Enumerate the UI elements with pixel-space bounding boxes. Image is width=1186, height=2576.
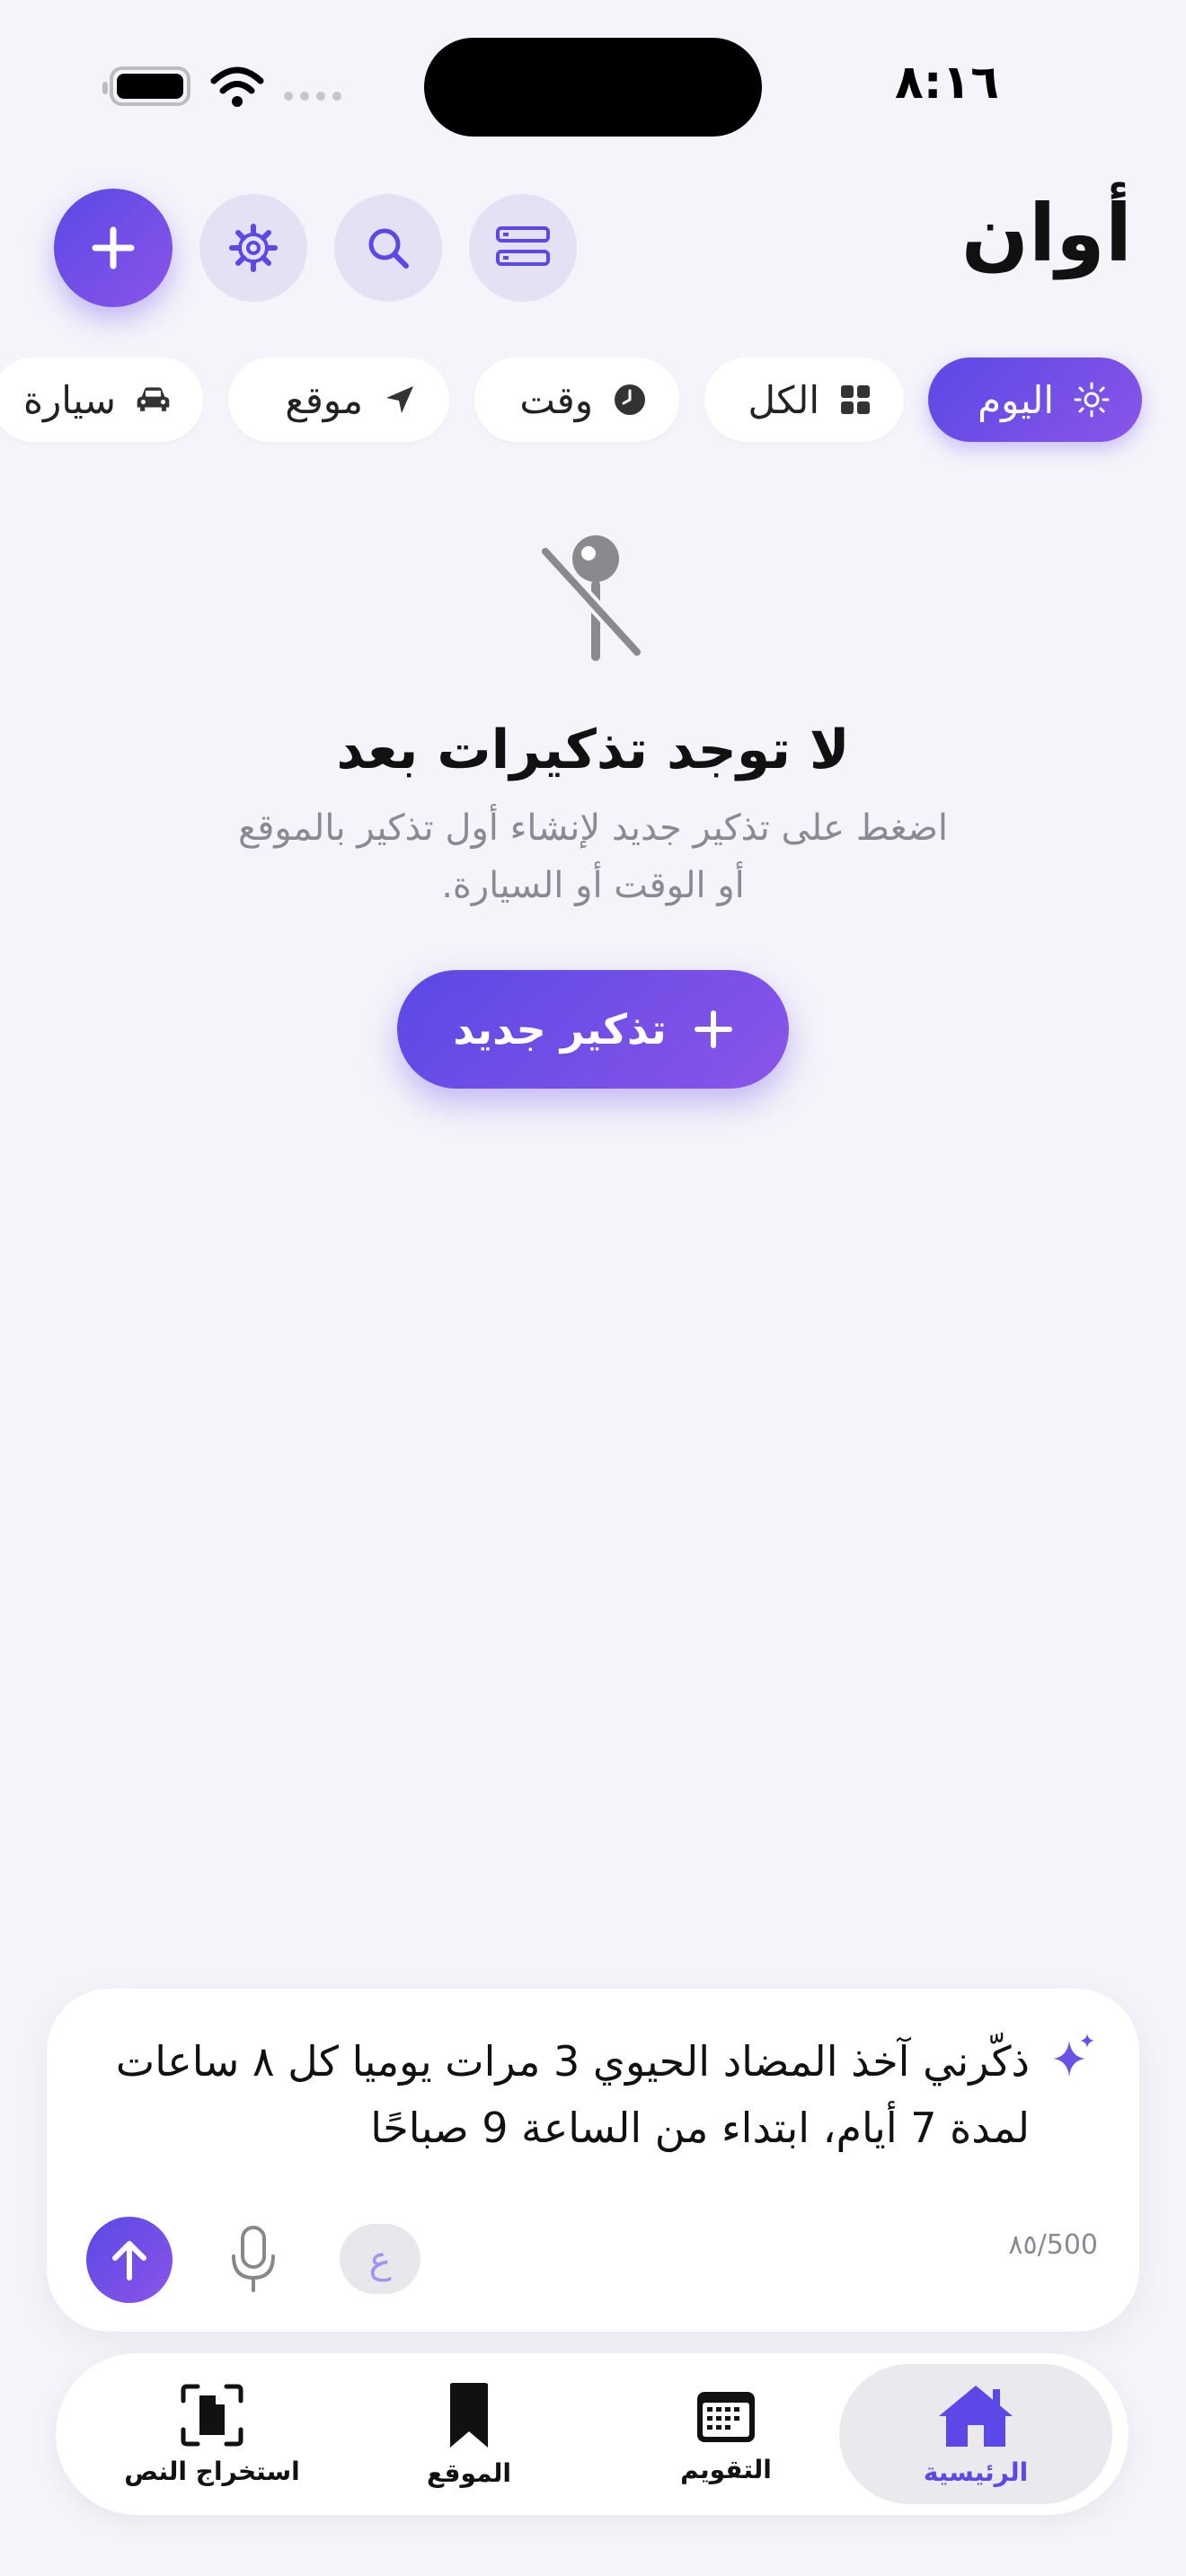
plus-icon	[92, 226, 135, 269]
reminder-composer: ذكّرني آخذ المضاد الحيوي 3 مرات يوميا كل…	[47, 1989, 1139, 2332]
character-counter: ٨٥/500	[1008, 2229, 1098, 2261]
scan-document-icon	[181, 2384, 243, 2446]
status-time: ٨:١٦	[894, 56, 999, 110]
list-view-button[interactable]	[469, 194, 577, 302]
language-label: ع	[368, 2236, 392, 2281]
settings-button[interactable]	[199, 194, 307, 302]
empty-state-subtitle: اضغط على تذكير جديد لإنشاء أول تذكير بال…	[237, 807, 949, 906]
filter-chip-location[interactable]: موقع	[228, 357, 449, 442]
tab-label: الرئيسية	[923, 2457, 1029, 2487]
filter-chip-car[interactable]: سيارة	[0, 357, 203, 442]
house-icon	[939, 2385, 1013, 2447]
filter-chip-label: موقع	[285, 377, 363, 422]
filter-chip-label: الكل	[748, 377, 819, 422]
clock-icon	[615, 384, 645, 415]
calendar-icon	[697, 2391, 755, 2442]
language-toggle-button[interactable]: ع	[340, 2224, 420, 2294]
tab-bar: الرئيسية التقويم الموقع استخراج النص	[56, 2353, 1128, 2515]
grid-icon	[841, 385, 870, 414]
tab-label: التقويم	[680, 2454, 772, 2484]
pin-slash-icon	[536, 535, 646, 661]
plus-icon	[694, 1010, 732, 1048]
send-button[interactable]	[86, 2217, 173, 2303]
car-icon	[137, 387, 170, 411]
wifi-icon	[210, 66, 264, 107]
location-arrow-icon	[386, 386, 413, 413]
arrow-up-icon	[112, 2241, 146, 2280]
new-reminder-button[interactable]: تذكير جديد	[397, 970, 789, 1089]
tab-extract-text[interactable]: استخراج النص	[75, 2364, 349, 2504]
composer-input[interactable]: ذكّرني آخذ المضاد الحيوي 3 مرات يوميا كل…	[95, 2028, 1030, 2161]
tab-home[interactable]: الرئيسية	[839, 2364, 1112, 2504]
list-icon	[496, 226, 550, 266]
gear-icon	[229, 224, 278, 272]
battery-icon	[102, 66, 190, 106]
add-reminder-button[interactable]	[54, 189, 173, 307]
filter-chip-label: سيارة	[23, 377, 116, 422]
microphone-icon[interactable]	[228, 2226, 279, 2294]
app-title: أوان	[960, 187, 1132, 279]
filter-chip-all[interactable]: الكل	[704, 357, 904, 442]
filter-chip-time[interactable]: وقت	[474, 357, 679, 442]
empty-state-title: لا توجد تذكيرات بعد	[336, 719, 850, 781]
search-button[interactable]	[334, 194, 442, 302]
filter-chip-label: وقت	[519, 377, 593, 422]
filter-chip-today[interactable]: اليوم	[928, 357, 1142, 442]
new-reminder-label: تذكير جديد	[453, 1005, 667, 1054]
bookmark-icon	[450, 2382, 488, 2448]
tab-label: الموقع	[427, 2457, 511, 2488]
tab-location[interactable]: الموقع	[332, 2364, 606, 2504]
search-icon	[368, 228, 409, 269]
sparkle-icon	[1053, 2033, 1094, 2077]
tab-calendar[interactable]: التقويم	[589, 2364, 863, 2504]
sun-icon	[1074, 382, 1110, 418]
cellular-signal-icon	[284, 92, 341, 101]
tab-label: استخراج النص	[124, 2456, 300, 2486]
filter-chip-label: اليوم	[978, 377, 1054, 422]
dynamic-island	[424, 38, 762, 137]
